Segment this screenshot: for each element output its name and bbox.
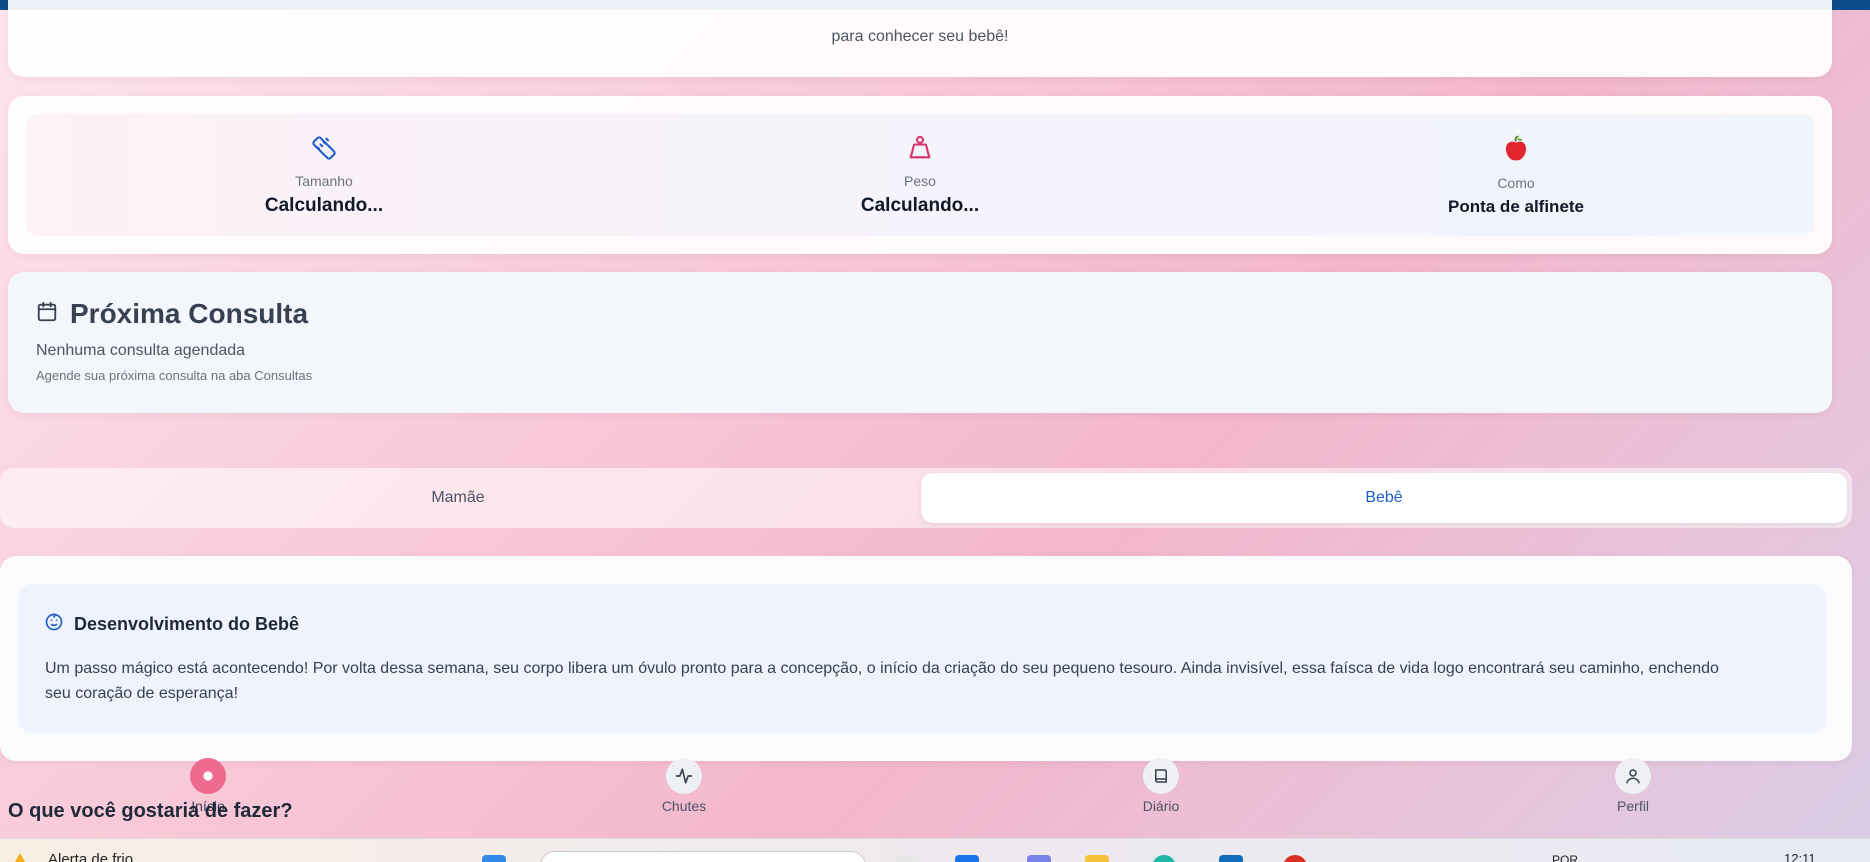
keyboard-language[interactable]: POR (1552, 853, 1578, 862)
next-appointment-header: Próxima Consulta (36, 298, 308, 330)
stat-size-label: Tamanho (295, 172, 353, 189)
taskbar-app-icon[interactable] (955, 855, 979, 862)
stat-weight-value: Calculando... (860, 194, 980, 216)
stat-size: Tamanho Calculando... (26, 114, 622, 236)
stat-size-value: Calculando... (264, 194, 384, 216)
nav-chutes[interactable]: Chutes (624, 758, 744, 814)
baby-stats-card: Tamanho Calculando... Peso Calculando... (8, 96, 1832, 254)
taskbar-app-icon[interactable] (1027, 855, 1051, 862)
stat-comparison-value: Ponta de alfinete (1447, 196, 1585, 216)
actions-heading: O que você gostaria de fazer? (8, 800, 293, 822)
tab-bebe[interactable]: Bebê (921, 473, 1847, 523)
intro-text: para conhecer seu bebê! (831, 28, 1009, 45)
apple-icon (1501, 134, 1531, 169)
baby-development-header: Desenvolvimento do Bebê (44, 612, 299, 637)
baby-development-panel: Desenvolvimento do Bebê Um passo mágico … (18, 584, 1826, 733)
nav-perfil[interactable]: Perfil (1573, 758, 1693, 814)
stat-comparison: Como Ponta de alfinete (1218, 114, 1814, 236)
baby-development-card: Desenvolvimento do Bebê Um passo mágico … (0, 556, 1852, 761)
activity-icon (666, 758, 702, 794)
next-appointment-card: Próxima Consulta Nenhuma consulta agenda… (8, 272, 1832, 413)
nav-diario-label: Diário (1142, 798, 1180, 814)
intro-faded-text: · · · · · · · · · (883, 0, 957, 8)
baby-face-icon (44, 612, 64, 637)
taskbar-app-icon[interactable] (895, 855, 919, 862)
user-icon (1615, 758, 1651, 794)
taskbar-app-icon[interactable] (1219, 855, 1243, 862)
clock[interactable]: 12:11 (1784, 851, 1816, 862)
windows-start-icon[interactable] (482, 855, 506, 862)
mom-baby-tabs: Mamãe Bebê (0, 468, 1852, 528)
calendar-icon (36, 301, 58, 328)
weather-alert-icon[interactable] (12, 853, 28, 862)
next-appointment-status: Nenhuma consulta agendada (36, 342, 246, 359)
intro-card: · · · · · · · · · para conhecer seu bebê… (8, 0, 1832, 77)
baby-development-text: Um passo mágico está acontecendo! Por vo… (45, 660, 1719, 702)
folder-icon[interactable] (1085, 855, 1109, 862)
book-icon (1143, 758, 1179, 794)
next-appointment-title: Próxima Consulta (70, 298, 309, 329)
nav-diario[interactable]: Diário (1101, 758, 1221, 814)
stat-weight: Peso Calculando... (622, 114, 1218, 236)
next-appointment-hint: Agende sua próxima consulta na aba Consu… (36, 368, 313, 383)
nav-chutes-label: Chutes (661, 798, 707, 814)
edge-icon[interactable] (1152, 855, 1176, 862)
taskbar-search[interactable] (540, 851, 866, 862)
weather-alert-text[interactable]: Alerta de frio (48, 851, 133, 862)
home-icon (190, 758, 226, 794)
stat-comparison-label: Como (1497, 174, 1535, 191)
baby-development-title: Desenvolvimento do Bebê (74, 614, 300, 634)
ruler-icon (310, 134, 338, 167)
nav-perfil-label: Perfil (1617, 798, 1649, 814)
baby-stats-panel: Tamanho Calculando... Peso Calculando... (26, 114, 1814, 236)
tab-mamae[interactable]: Mamãe (0, 473, 916, 523)
weight-icon (906, 134, 934, 167)
stat-weight-label: Peso (904, 172, 936, 189)
os-taskbar: Alerta de frio POR 12:11 (0, 838, 1870, 862)
chrome-icon[interactable] (1283, 855, 1307, 862)
